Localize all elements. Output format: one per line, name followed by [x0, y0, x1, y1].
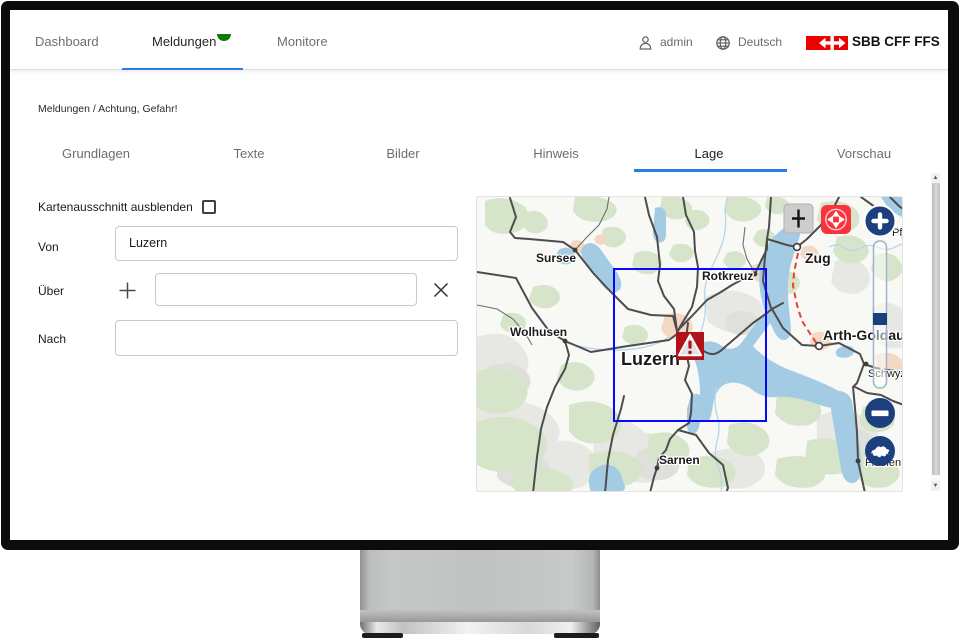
svg-text:Sarnen: Sarnen [659, 453, 700, 467]
svg-text:Luzern: Luzern [621, 349, 680, 369]
svg-text:Sursee: Sursee [536, 251, 576, 265]
svg-text:Wolhusen: Wolhusen [510, 325, 567, 339]
svg-text:Zug: Zug [805, 250, 831, 266]
svg-text:Rotkreuz: Rotkreuz [702, 269, 753, 283]
svg-text:Arth-Goldau: Arth-Goldau [823, 327, 903, 343]
